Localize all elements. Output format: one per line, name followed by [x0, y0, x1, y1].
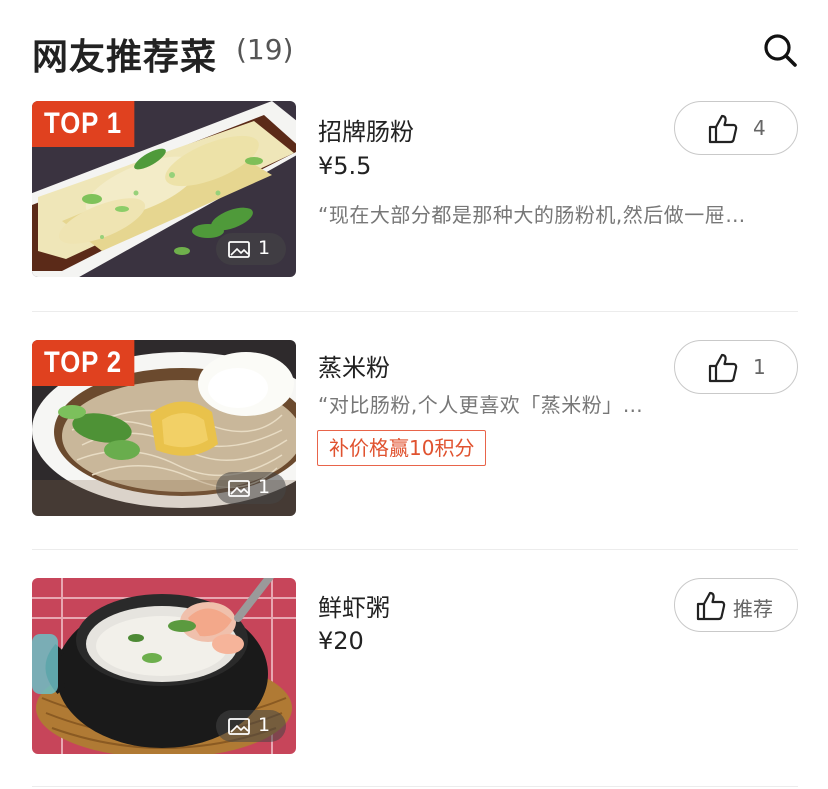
dish-name: 招牌肠粉: [318, 118, 414, 146]
photo-count: 1: [258, 237, 271, 259]
thumbs-up-icon: [708, 114, 738, 144]
recommended-dishes-header: 网友推荐菜 (19): [0, 0, 828, 100]
dish-price: ¥5.5: [318, 152, 372, 180]
rank-badge: TOP 2: [32, 340, 135, 386]
photo-count: 1: [258, 476, 271, 498]
dish-photo[interactable]: 1: [32, 578, 296, 754]
rank-badge: TOP 1: [32, 101, 135, 147]
dish-name: 鲜虾粥: [318, 594, 390, 622]
review-snippet[interactable]: “现在大部分都是那种大的肠粉机,然后做一屉…: [318, 199, 788, 228]
dish-photo[interactable]: TOP 2 1: [32, 340, 296, 516]
dish-photo[interactable]: TOP 1 1: [32, 101, 296, 277]
section-title: 网友推荐菜: [32, 37, 218, 78]
photo-count-badge[interactable]: 1: [216, 233, 286, 265]
review-snippet[interactable]: “对比肠粉,个人更喜欢「蒸米粉」…: [318, 389, 678, 418]
image-icon: [228, 241, 250, 258]
like-count: 1: [753, 355, 766, 379]
image-icon: [228, 480, 250, 497]
dish-count: (19): [236, 33, 294, 66]
dish-name: 蒸米粉: [318, 354, 390, 382]
divider: [32, 549, 798, 550]
divider: [32, 311, 798, 312]
like-button[interactable]: 1: [674, 340, 798, 394]
photo-count: 1: [258, 714, 271, 736]
search-icon[interactable]: [762, 32, 798, 68]
thumbs-up-icon: [696, 591, 726, 621]
photo-count-badge[interactable]: 1: [216, 472, 286, 504]
photo-count-badge[interactable]: 1: [216, 710, 286, 742]
thumbs-up-icon: [708, 353, 738, 383]
recommend-button[interactable]: 推荐: [674, 578, 798, 632]
like-count: 4: [753, 116, 766, 140]
image-icon: [228, 718, 250, 735]
divider: [32, 786, 798, 787]
dish-price: ¥20: [318, 627, 364, 655]
price-reward-tag[interactable]: 补价格赢10积分: [317, 430, 487, 466]
like-button[interactable]: 4: [674, 101, 798, 155]
recommend-label: 推荐: [733, 597, 773, 621]
